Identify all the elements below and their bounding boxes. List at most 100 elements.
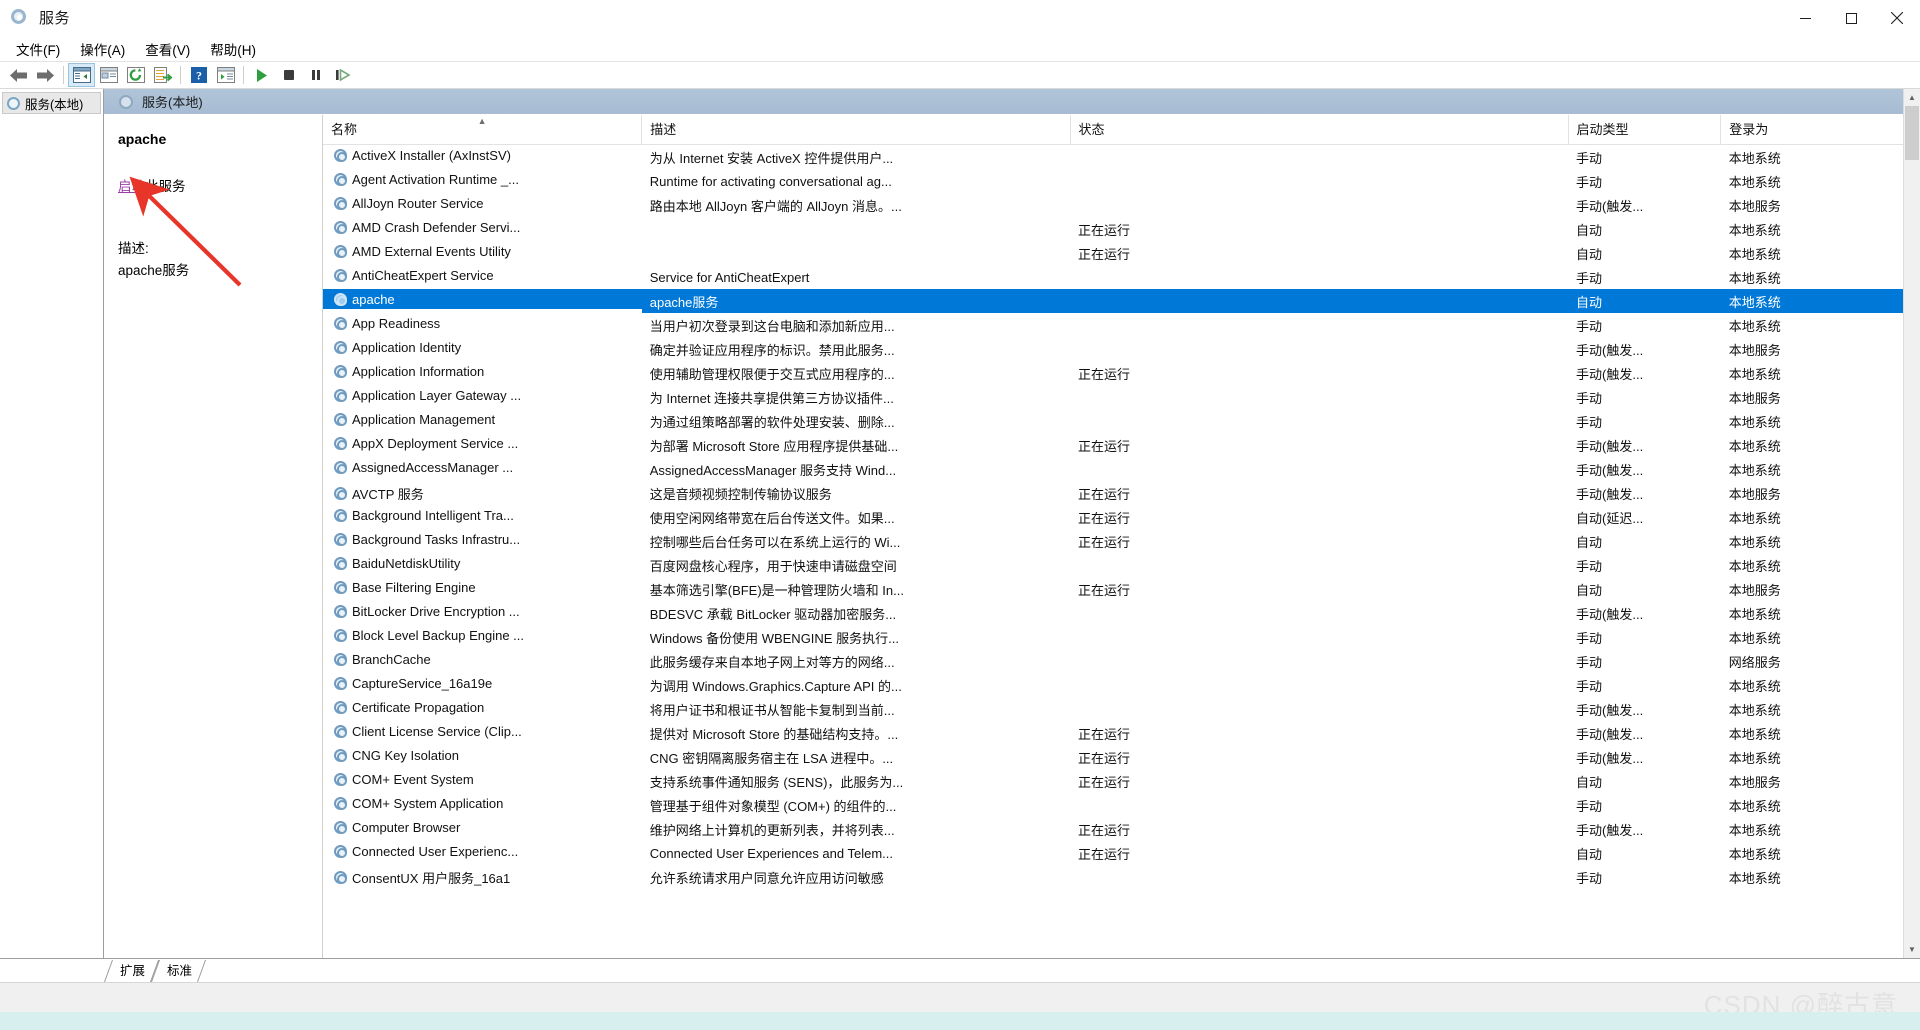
service-name-label: Application Identity [352,339,462,355]
service-status-label: 正在运行 [1078,438,1131,454]
column-header-logon-as[interactable]: 登录为 [1720,115,1920,145]
cell-service-name: Application Management [323,409,642,429]
column-header-description-label: 描述 [650,122,677,137]
table-row[interactable]: Computer Browser 维护网络上计算机的更新列表，并将列表... 正在运… [323,817,1920,841]
cell-description: 基本筛选引擎(BFE)是一种管理防火墙和 In... [642,577,1070,601]
table-row[interactable]: Background Intelligent Tra... 使用空闲网络带宽在后台… [323,505,1920,529]
vertical-scrollbar[interactable]: ▲ ▼ [1903,89,1920,958]
cell-startup-type: 手动 [1568,553,1721,577]
properties-icon[interactable] [95,63,122,87]
services-gear-icon [118,94,133,109]
service-startup-type-label: 手动 [1576,558,1603,574]
table-row[interactable]: CaptureService_16a19e 为调用 Windows.Graphic… [323,673,1920,697]
table-row[interactable]: AMD External Events Utility 正在运行 自动 本地系统 [323,241,1920,265]
cell-service-name: Certificate Propagation [323,697,642,717]
table-row[interactable]: AppX Deployment Service ... 为部署 Microsoft… [323,433,1920,457]
table-row[interactable]: Application Information 使用辅助管理权限便于交互式应用程序… [323,361,1920,385]
scrollbar-track[interactable] [1904,106,1920,941]
view-tab-strip: 扩展 标准 [0,958,1920,982]
menu-action[interactable]: 操作(A) [70,36,135,62]
service-logon-as-label: 本地服务 [1728,390,1781,406]
table-row[interactable]: Client License Service (Clip... 提供对 Micro… [323,721,1920,745]
cell-description: 为通过组策略部署的软件处理安装、删除... [642,409,1070,433]
pause-service-icon[interactable] [302,63,329,87]
table-row[interactable]: Agent Activation Runtime _... Runtime for… [323,169,1920,193]
table-row[interactable]: CNG Key Isolation CNG 密钥隔离服务宿主在 LSA 进程中。.… [323,745,1920,769]
cell-service-name: AMD External Events Utility [323,241,642,261]
service-logon-as-label: 本地系统 [1728,438,1781,454]
start-service-link[interactable]: 启动 [118,179,145,194]
back-icon[interactable] [5,63,32,87]
scrollbar-thumb[interactable] [1905,106,1919,160]
cell-service-name: Application Information [323,361,642,381]
table-row[interactable]: AllJoyn Router Service 路由本地 AllJoyn 客户端的 … [323,193,1920,217]
service-logon-as-label: 本地系统 [1728,222,1781,238]
tree-node-services-local[interactable]: 服务(本地) [2,92,101,114]
table-row[interactable]: Connected User Experienc... Connected Use… [323,841,1920,865]
service-description-label: 使用空闲网络带宽在后台传送文件。如果... [649,510,895,526]
table-row[interactable]: apache apache服务 自动 本地系统 [323,289,1920,313]
menu-help[interactable]: 帮助(H) [200,36,266,62]
table-row[interactable]: COM+ Event System 支持系统事件通知服务 (SENS)，此服务为.… [323,769,1920,793]
forward-icon[interactable] [32,63,59,87]
table-row[interactable]: BranchCache 此服务缓存来自本地子网上对等方的网络... 手动 网络服务 [323,649,1920,673]
table-row[interactable]: App Readiness 当用户初次登录到这台电脑和添加新应用... 手动 本地系统 [323,313,1920,337]
table-row[interactable]: AMD Crash Defender Servi... 正在运行 自动 本地系统 [323,217,1920,241]
table-row[interactable]: ActiveX Installer (AxInstSV) 为从 Internet … [323,145,1920,170]
table-row[interactable]: Background Tasks Infrastru... 控制哪些后台任务可以在… [323,529,1920,553]
service-name-label: AntiCheatExpert Service [352,267,494,283]
cell-startup-type: 手动(触发... [1568,433,1721,457]
column-header-startup-type[interactable]: 启动类型 [1568,115,1722,145]
table-row[interactable]: COM+ System Application 管理基于组件对象模型 (COM+)… [323,793,1920,817]
column-header-description[interactable]: 描述 [641,115,1071,145]
table-row[interactable]: Application Layer Gateway ... 为 Internet … [323,385,1920,409]
table-row[interactable]: Application Identity 确定并验证应用程序的标识。禁用此服务..… [323,337,1920,361]
restart-service-icon[interactable] [329,63,356,87]
tab-extended[interactable]: 扩展 [108,958,155,982]
cell-startup-type: 自动 [1568,241,1721,265]
table-row[interactable]: Application Management 为通过组策略部署的软件处理安装、删除… [323,409,1920,433]
show-hide-tree-icon[interactable] [68,63,95,87]
service-gear-icon [333,244,347,258]
table-row[interactable]: BitLocker Drive Encryption ... BDESVC 承载 … [323,601,1920,625]
service-status-label: 正在运行 [1078,582,1131,598]
service-description-label: Windows 备份使用 WBENGINE 服务执行... [649,630,899,646]
cell-startup-type: 自动 [1568,577,1721,601]
service-startup-type-label: 手动 [1576,150,1603,166]
export-list-icon[interactable] [149,63,176,87]
service-name-label: App Readiness [352,315,441,331]
maximize-button[interactable] [1828,0,1874,36]
service-logon-as-label: 本地系统 [1728,150,1781,166]
service-startup-type-label: 手动 [1576,318,1603,334]
service-name-label: Computer Browser [352,819,461,835]
cell-startup-type: 手动 [1568,625,1721,649]
minimize-button[interactable] [1782,0,1828,36]
scroll-up-arrow-icon[interactable]: ▲ [1904,89,1920,106]
table-row[interactable]: AVCTP 服务 这是音频视频控制传输协议服务 正在运行 手动(触发... 本地服务 [323,481,1920,505]
show-action-pane-icon[interactable] [212,63,239,87]
refresh-icon[interactable] [122,63,149,87]
stop-service-icon[interactable] [275,63,302,87]
table-row[interactable]: AntiCheatExpert Service Service for AntiC… [323,265,1920,289]
toolbar: ? [0,62,1920,89]
table-row[interactable]: BaiduNetdiskUtility 百度网盘核心程序，用于快速申请磁盘空间 手动… [323,553,1920,577]
menu-file[interactable]: 文件(F) [6,36,70,62]
close-button[interactable] [1874,0,1920,36]
menu-view[interactable]: 查看(V) [135,36,200,62]
cell-service-name: ConsentUX 用户服务_16a1 [323,865,642,889]
service-gear-icon [333,604,347,618]
column-header-name[interactable]: ▲ 名称 [323,115,643,145]
cell-logon-as: 网络服务 [1721,649,1920,673]
table-row[interactable]: AssignedAccessManager ... AssignedAccessM… [323,457,1920,481]
scroll-down-arrow-icon[interactable]: ▼ [1904,941,1920,958]
table-row[interactable]: ConsentUX 用户服务_16a1 允许系统请求用户同意允许应用访问敏感 手动 本… [323,865,1920,889]
start-service-icon[interactable] [248,63,275,87]
tab-standard[interactable]: 标准 [155,958,202,982]
table-row[interactable]: Base Filtering Engine 基本筛选引擎(BFE)是一种管理防火墙… [323,577,1920,601]
help-icon[interactable]: ? [185,63,212,87]
table-row[interactable]: Block Level Backup Engine ... Windows 备份使… [323,625,1920,649]
column-header-status[interactable]: 状态 [1070,115,1569,145]
cell-logon-as: 本地系统 [1721,265,1920,289]
table-row[interactable]: Certificate Propagation 将用户证书和根证书从智能卡复制到当… [323,697,1920,721]
cell-status: 正在运行 [1070,577,1568,601]
